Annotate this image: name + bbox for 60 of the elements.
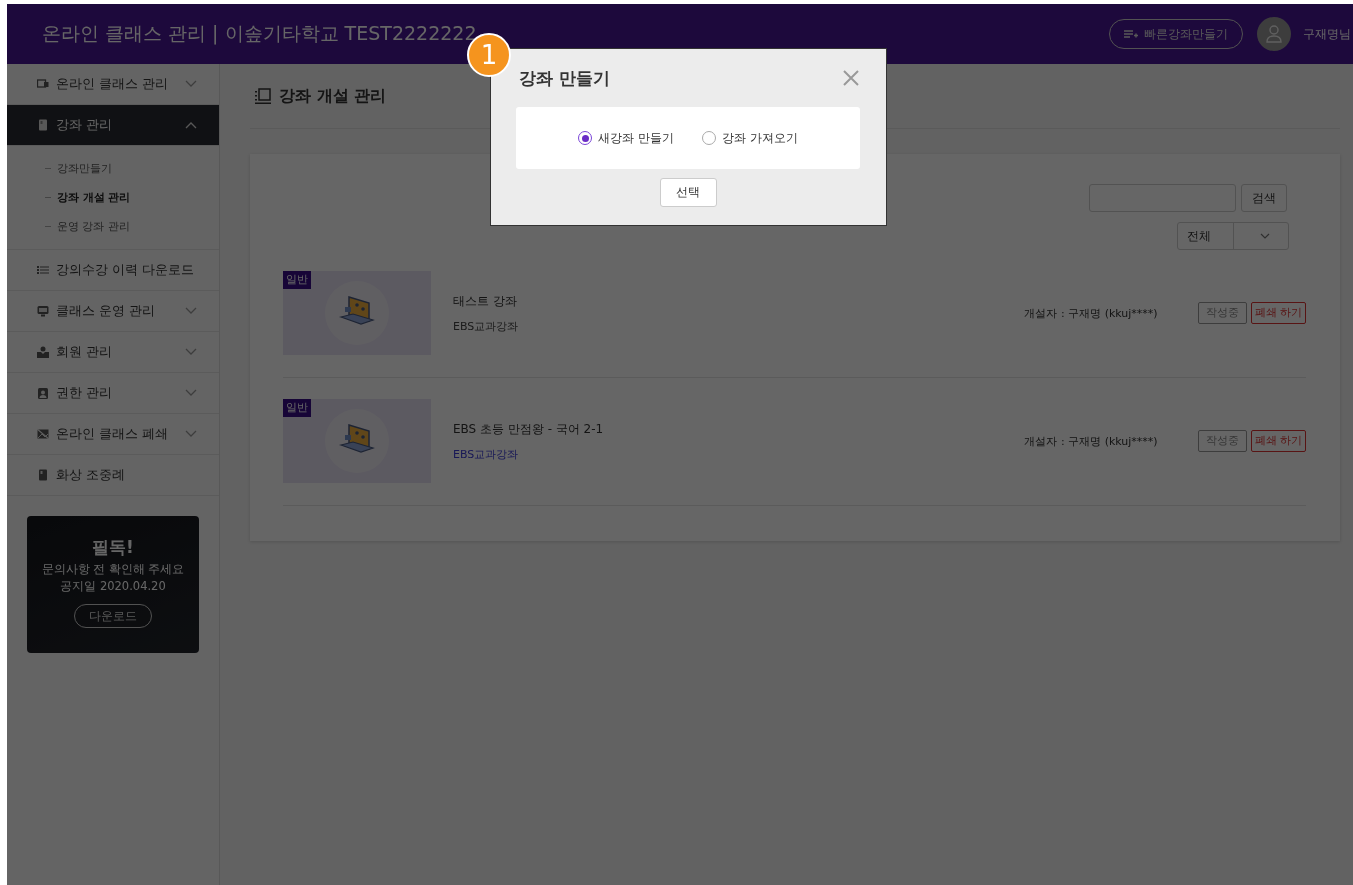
course-title: 태스트 강좌 [453,292,518,310]
sidebar-item[interactable]: 강좌 관리 [7,105,219,146]
sidebar-item-label: 클래스 운영 관리 [56,302,156,320]
sidebar-item-label: 온라인 클래스 관리 [56,75,169,93]
close-course-button[interactable]: 폐쇄 하기 [1250,430,1306,452]
course-category[interactable]: EBS교과강좌 [453,446,1025,462]
book-icon [37,469,49,481]
page-icon [255,88,271,104]
sidebar-item[interactable]: 권한 관리 [7,373,219,414]
list-icon [37,264,49,276]
chevron-down-icon [1260,233,1271,239]
submenu-item[interactable]: 강좌 개설 관리 [45,183,219,212]
chevron-down-icon [185,348,197,356]
list-add-icon [1124,29,1138,39]
monitor-icon [37,305,49,317]
course-category[interactable]: EBS교과강좌 [453,318,1025,334]
submenu-item[interactable]: 강좌만들기 [45,154,219,183]
sidebar-item[interactable]: 클래스 운영 관리 [7,291,219,332]
sidebar-item-label: 화상 조중례 [56,466,126,484]
avatar-icon [1257,17,1291,51]
course-creator: 개설자 : 구재명 (kkuj****) [1024,433,1158,449]
notice-title: 필독! [92,536,134,559]
image-off-icon [37,428,49,440]
chevron-up-icon [185,121,197,129]
chevron-down-icon [185,389,197,397]
chevron-down-icon [185,80,197,88]
user-name: 구재명님 [1303,25,1351,43]
book-icon [37,119,49,131]
sidebar-item[interactable]: 회원 관리 [7,332,219,373]
search-button[interactable]: 검색 [1241,184,1287,212]
notice-text: 문의사항 전 확인해 주세요 [41,562,185,577]
modal-title: 강좌 만들기 [519,66,610,90]
sidebar-item[interactable]: 강의수강 이력 다운로드 [7,250,219,291]
sidebar-item-label: 온라인 클래스 폐쇄 [56,425,169,443]
radio-option[interactable]: 새강좌 만들기 [578,129,674,147]
page-title: 강좌 개설 관리 [279,85,387,107]
chevron-down-icon [185,307,197,315]
sidebar-item-label: 강좌 관리 [56,116,113,134]
notice-date: 공지일 2020.04.20 [60,579,166,594]
course-title: EBS 초등 만점왕 - 국어 2-1 [453,420,605,438]
course-tag: 일반 [283,399,311,417]
close-course-button[interactable]: 폐쇄 하기 [1250,302,1306,324]
radio-option[interactable]: 강좌 가져오기 [702,129,798,147]
close-icon[interactable] [842,69,860,87]
radio-button[interactable] [578,131,593,145]
sidebar-item-label: 회원 관리 [56,343,113,361]
sidebar-item[interactable]: 화상 조중례 [7,455,219,496]
sidebar-item-label: 권한 관리 [56,384,113,402]
radio-button[interactable] [702,131,716,145]
course-tag: 일반 [283,271,311,289]
screen-icon [37,78,49,90]
submenu-item[interactable]: 운영 강좌 관리 [45,212,219,241]
chevron-down-icon [185,430,197,438]
filter-dropdown[interactable]: 전체 [1177,222,1289,250]
badge-icon [37,387,49,399]
course-creator: 개설자 : 구재명 (kkuj****) [1024,305,1158,321]
person-icon [37,346,49,358]
sidebar-item-label: 강의수강 이력 다운로드 [56,261,195,279]
select-button[interactable]: 선택 [659,178,717,207]
sidebar-item[interactable]: 온라인 클래스 폐쇄 [7,414,219,455]
